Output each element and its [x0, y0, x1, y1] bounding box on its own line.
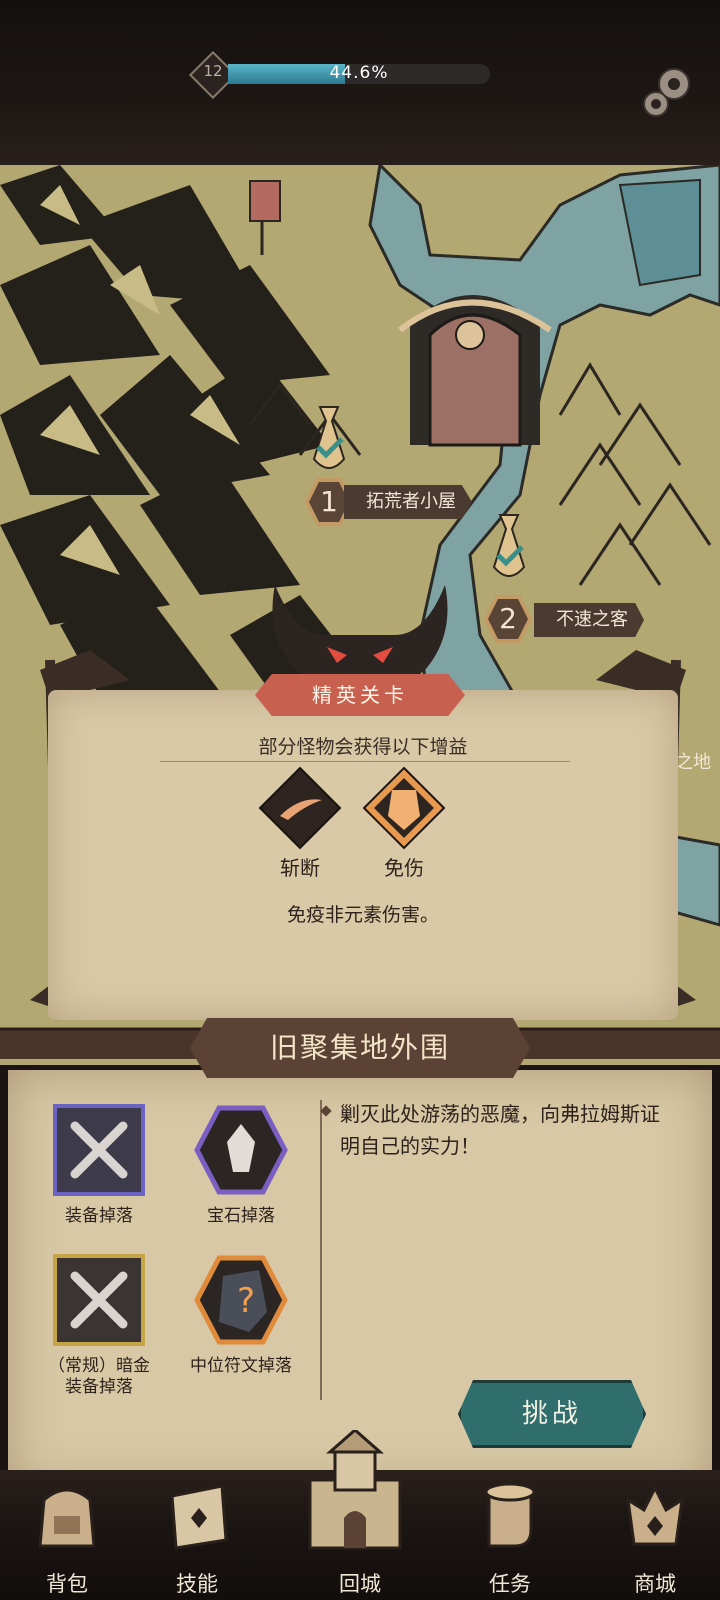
- stage-description: 剿灭此处游荡的恶魔，向弗拉姆斯证明自己的实力！: [340, 1102, 660, 1158]
- nav-item-backpack[interactable]: 背包: [2, 1470, 122, 1600]
- slash-icon[interactable]: [258, 766, 342, 850]
- stage-node-2-label[interactable]: 不速之客: [534, 603, 644, 637]
- top-bar: [0, 0, 720, 200]
- crossed-swords-icon: [53, 1104, 145, 1196]
- crossed-swords-icon: [53, 1254, 145, 1346]
- reward-dark-gold-equipment[interactable]: （常规）暗金 装备掉落: [44, 1252, 154, 1398]
- challenge-button[interactable]: 挑战: [458, 1380, 646, 1448]
- scroll-icon: [484, 1482, 536, 1548]
- shop-icon: [626, 1484, 684, 1546]
- buff-label-slash: 斩断: [280, 856, 320, 880]
- elite-stage-banner: 精英关卡: [255, 674, 465, 716]
- rune-icon: ?: [194, 1255, 288, 1345]
- reward-gem[interactable]: 宝石掉落: [186, 1102, 296, 1227]
- svg-text:?: ?: [237, 1281, 255, 1321]
- nav-item-quests[interactable]: 任务: [445, 1470, 565, 1600]
- gem-icon: [194, 1105, 288, 1195]
- nav-item-skills[interactable]: 技能: [132, 1470, 252, 1600]
- nav-item-town[interactable]: 回城: [290, 1430, 430, 1600]
- gear-icon[interactable]: [638, 62, 694, 120]
- skill-icon: [170, 1484, 228, 1550]
- reward-equipment[interactable]: 装备掉落: [44, 1102, 154, 1227]
- stage-node-1-label[interactable]: 拓荒者小屋: [344, 485, 472, 519]
- buff-label-shield: 免伤: [384, 856, 424, 880]
- shield-icon[interactable]: [362, 766, 446, 850]
- nav-item-shop[interactable]: 商城: [590, 1470, 710, 1600]
- castle-icon: [308, 1430, 402, 1550]
- elite-description: 免疫非元素伤害。: [286, 904, 439, 926]
- gate-landmark: [398, 295, 552, 447]
- reward-rune[interactable]: ? 中位符文掉落: [186, 1252, 296, 1377]
- level-number: 12: [203, 62, 223, 80]
- cleared-pouch-icon: [492, 514, 526, 577]
- stage-title: 旧聚集地外围: [190, 1018, 530, 1078]
- divider: [160, 761, 570, 762]
- backpack-icon: [38, 1488, 96, 1548]
- cleared-pouch-icon: [312, 406, 346, 469]
- panel-divider: [320, 1100, 322, 1400]
- progress-text: 44.6%: [329, 63, 389, 83]
- elite-subtitle: 部分怪物会获得以下增益: [258, 736, 468, 758]
